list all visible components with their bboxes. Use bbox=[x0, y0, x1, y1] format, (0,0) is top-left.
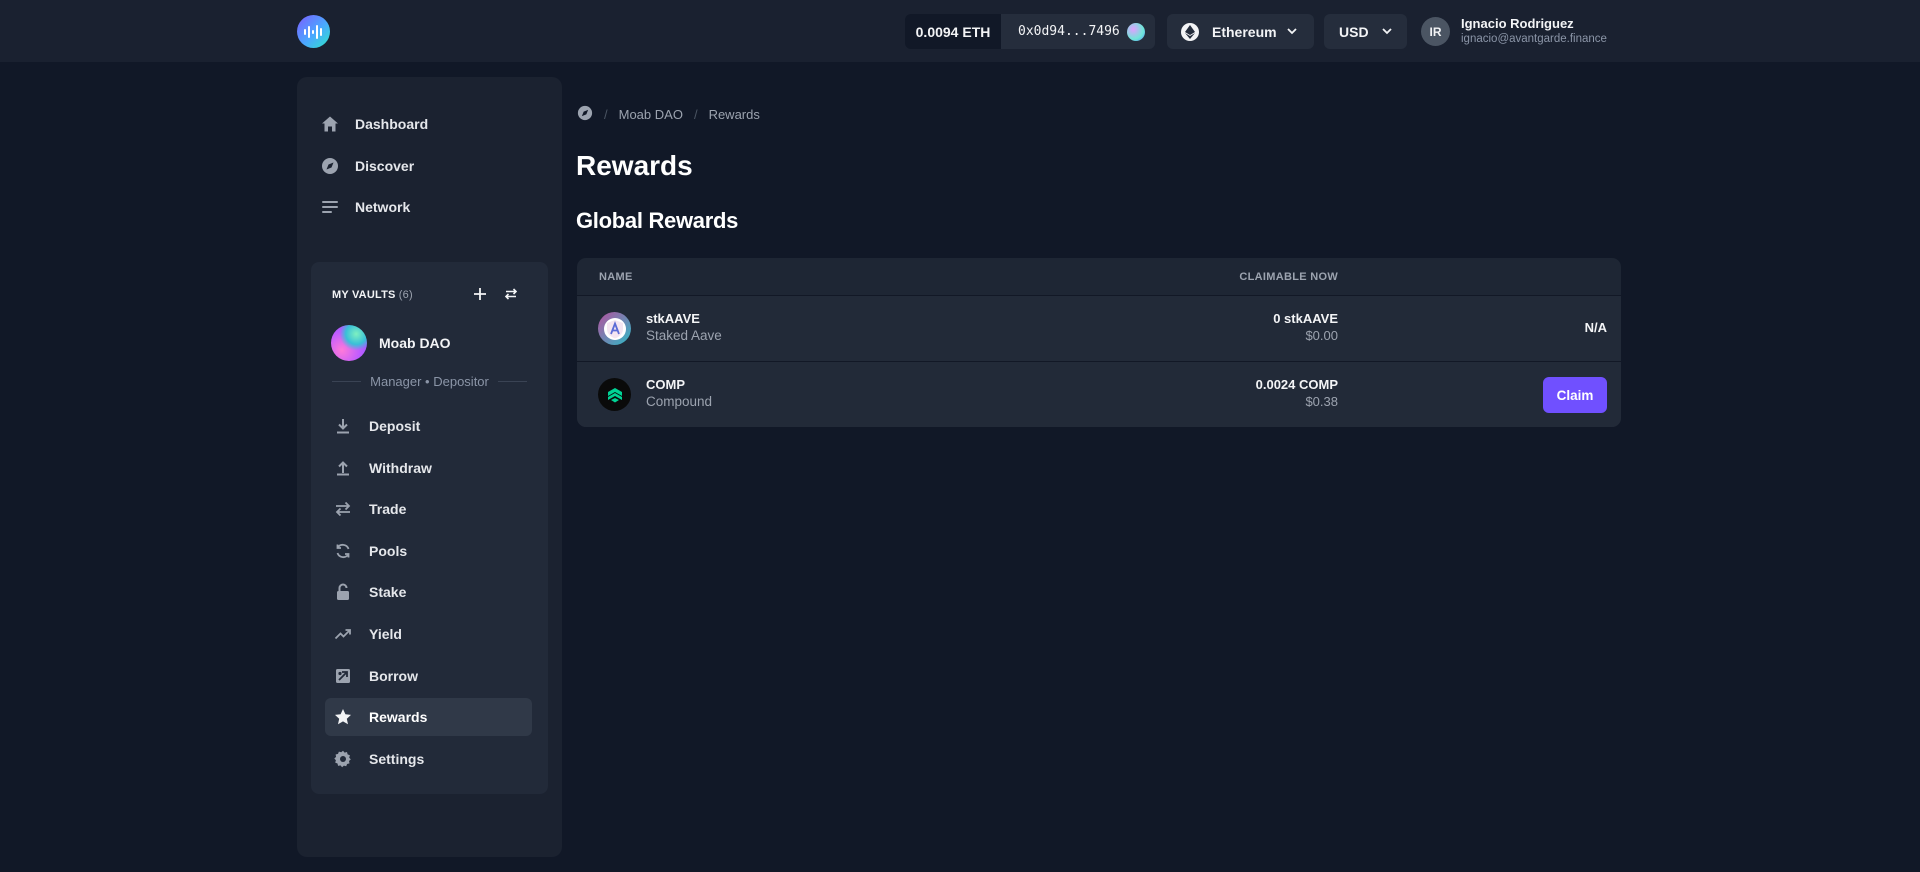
sidebar-item-withdraw[interactable]: Withdraw bbox=[325, 449, 532, 487]
compass-icon bbox=[320, 156, 340, 176]
claim-button[interactable]: Claim bbox=[1543, 377, 1607, 413]
wallet-avatar-icon bbox=[1127, 23, 1145, 41]
table-row: stkAAVE Staked Aave 0 stkAAVE $0.00 N/A bbox=[577, 295, 1621, 361]
aave-token-icon bbox=[598, 312, 631, 345]
divider bbox=[332, 380, 362, 382]
sidebar-item-label: Settings bbox=[369, 751, 425, 767]
my-vaults-title: MY VAULTS bbox=[332, 289, 396, 301]
sidebar-item-label: Discover bbox=[355, 158, 415, 174]
sidebar-item-yield[interactable]: Yield bbox=[325, 615, 532, 653]
sidebar-item-label: Trade bbox=[369, 501, 407, 517]
sidebar-item-trade[interactable]: Trade bbox=[325, 490, 532, 528]
breadcrumb-current: Rewards bbox=[708, 106, 760, 122]
my-vaults-heading: MY VAULTS (6) bbox=[332, 289, 413, 301]
unlock-icon bbox=[333, 582, 353, 602]
swap-icon bbox=[333, 499, 353, 519]
network-label: Ethereum bbox=[1212, 23, 1277, 40]
borrow-icon bbox=[333, 666, 353, 686]
sidebar-item-rewards[interactable]: Rewards bbox=[325, 698, 532, 736]
column-header-claimable: CLAIMABLE NOW bbox=[1239, 270, 1338, 283]
home-icon bbox=[320, 114, 340, 134]
refresh-icon bbox=[333, 541, 353, 561]
breadcrumb: / Moab DAO / Rewards bbox=[577, 104, 760, 124]
sidebar-item-label: Rewards bbox=[369, 709, 428, 725]
sidebar-item-label: Borrow bbox=[369, 668, 418, 684]
claimable-amount: 0.0024 COMP bbox=[1255, 377, 1338, 392]
chevron-down-icon bbox=[1287, 28, 1297, 35]
sidebar-item-dashboard[interactable]: Dashboard bbox=[320, 110, 428, 138]
sidebar-item-label: Withdraw bbox=[369, 460, 432, 476]
currency-label: USD bbox=[1339, 23, 1369, 40]
currency-selector[interactable]: USD bbox=[1324, 14, 1407, 49]
app-logo[interactable] bbox=[297, 15, 330, 48]
token-symbol: stkAAVE bbox=[646, 311, 700, 326]
upload-icon bbox=[333, 458, 353, 478]
trending-up-icon bbox=[333, 624, 353, 644]
eth-balance: 0.0094 ETH bbox=[905, 14, 1001, 49]
gear-icon bbox=[333, 749, 353, 769]
sidebar-item-label: Stake bbox=[369, 584, 407, 600]
compass-icon[interactable] bbox=[577, 105, 593, 124]
claimable-usd: $0.00 bbox=[1305, 328, 1338, 343]
breadcrumb-vault[interactable]: Moab DAO bbox=[619, 107, 683, 122]
column-header-name: NAME bbox=[599, 270, 633, 283]
list-icon bbox=[320, 197, 340, 217]
star-icon bbox=[333, 707, 353, 727]
user-name[interactable]: Ignacio Rodriguez bbox=[1461, 16, 1574, 31]
breadcrumb-separator: / bbox=[693, 106, 698, 122]
ethereum-icon bbox=[1181, 22, 1199, 41]
claimable-usd: $0.38 bbox=[1305, 394, 1338, 409]
vault-avatar[interactable] bbox=[331, 325, 367, 361]
token-name: Compound bbox=[646, 394, 713, 409]
table-row: COMP Compound 0.0024 COMP $0.38 Claim bbox=[577, 361, 1621, 427]
wallet-address-button[interactable]: 0x0d94...7496 bbox=[1001, 14, 1155, 49]
wallet-address: 0x0d94...7496 bbox=[1018, 24, 1120, 39]
sidebar: Dashboard Discover Network MY VAULTS (6)… bbox=[297, 77, 562, 857]
user-email: ignacio@avantgarde.finance bbox=[1461, 33, 1607, 45]
vault-role-label: Manager • Depositor bbox=[370, 373, 489, 389]
token-symbol: COMP bbox=[646, 377, 685, 392]
sidebar-item-label: Yield bbox=[369, 626, 402, 642]
compound-token-icon bbox=[598, 378, 631, 411]
top-bar: 0.0094 ETH 0x0d94...7496 Ethereum USD IR… bbox=[0, 0, 1920, 62]
vault-name[interactable]: Moab DAO bbox=[379, 335, 451, 351]
sidebar-item-borrow[interactable]: Borrow bbox=[325, 657, 532, 695]
sidebar-item-label: Network bbox=[355, 199, 411, 215]
claimable-amount: 0 stkAAVE bbox=[1273, 311, 1338, 326]
vault-role: Manager • Depositor bbox=[332, 373, 528, 389]
page-title: Rewards bbox=[576, 150, 693, 181]
section-title: Global Rewards bbox=[576, 208, 739, 233]
sidebar-item-discover[interactable]: Discover bbox=[320, 152, 414, 180]
sidebar-item-label: Dashboard bbox=[355, 116, 429, 132]
download-icon bbox=[333, 416, 353, 436]
chevron-down-icon bbox=[1382, 28, 1392, 35]
logo-waveform-icon bbox=[303, 24, 322, 39]
user-avatar[interactable]: IR bbox=[1421, 17, 1450, 46]
network-selector[interactable]: Ethereum bbox=[1167, 14, 1314, 49]
sidebar-item-pools[interactable]: Pools bbox=[325, 532, 532, 570]
swap-icon bbox=[504, 288, 518, 300]
add-vault-button[interactable] bbox=[471, 285, 489, 303]
plus-icon bbox=[474, 288, 486, 300]
rewards-table: NAME CLAIMABLE NOW stkAAVE Staked Aave 0… bbox=[577, 258, 1621, 427]
breadcrumb-separator: / bbox=[604, 106, 608, 122]
sidebar-item-stake[interactable]: Stake bbox=[325, 573, 532, 611]
divider bbox=[497, 380, 528, 382]
sidebar-item-network[interactable]: Network bbox=[320, 193, 410, 221]
sidebar-item-label: Pools bbox=[369, 543, 408, 559]
my-vaults-panel: MY VAULTS (6) Moab DAO Manager • Deposit… bbox=[311, 262, 548, 794]
claim-unavailable: N/A bbox=[1584, 320, 1607, 335]
switch-vault-button[interactable] bbox=[502, 285, 520, 303]
my-vaults-count: (6) bbox=[398, 289, 413, 301]
sidebar-item-label: Deposit bbox=[369, 418, 421, 434]
sidebar-item-settings[interactable]: Settings bbox=[325, 740, 532, 778]
token-name: Staked Aave bbox=[646, 328, 722, 343]
sidebar-item-deposit[interactable]: Deposit bbox=[325, 407, 532, 445]
